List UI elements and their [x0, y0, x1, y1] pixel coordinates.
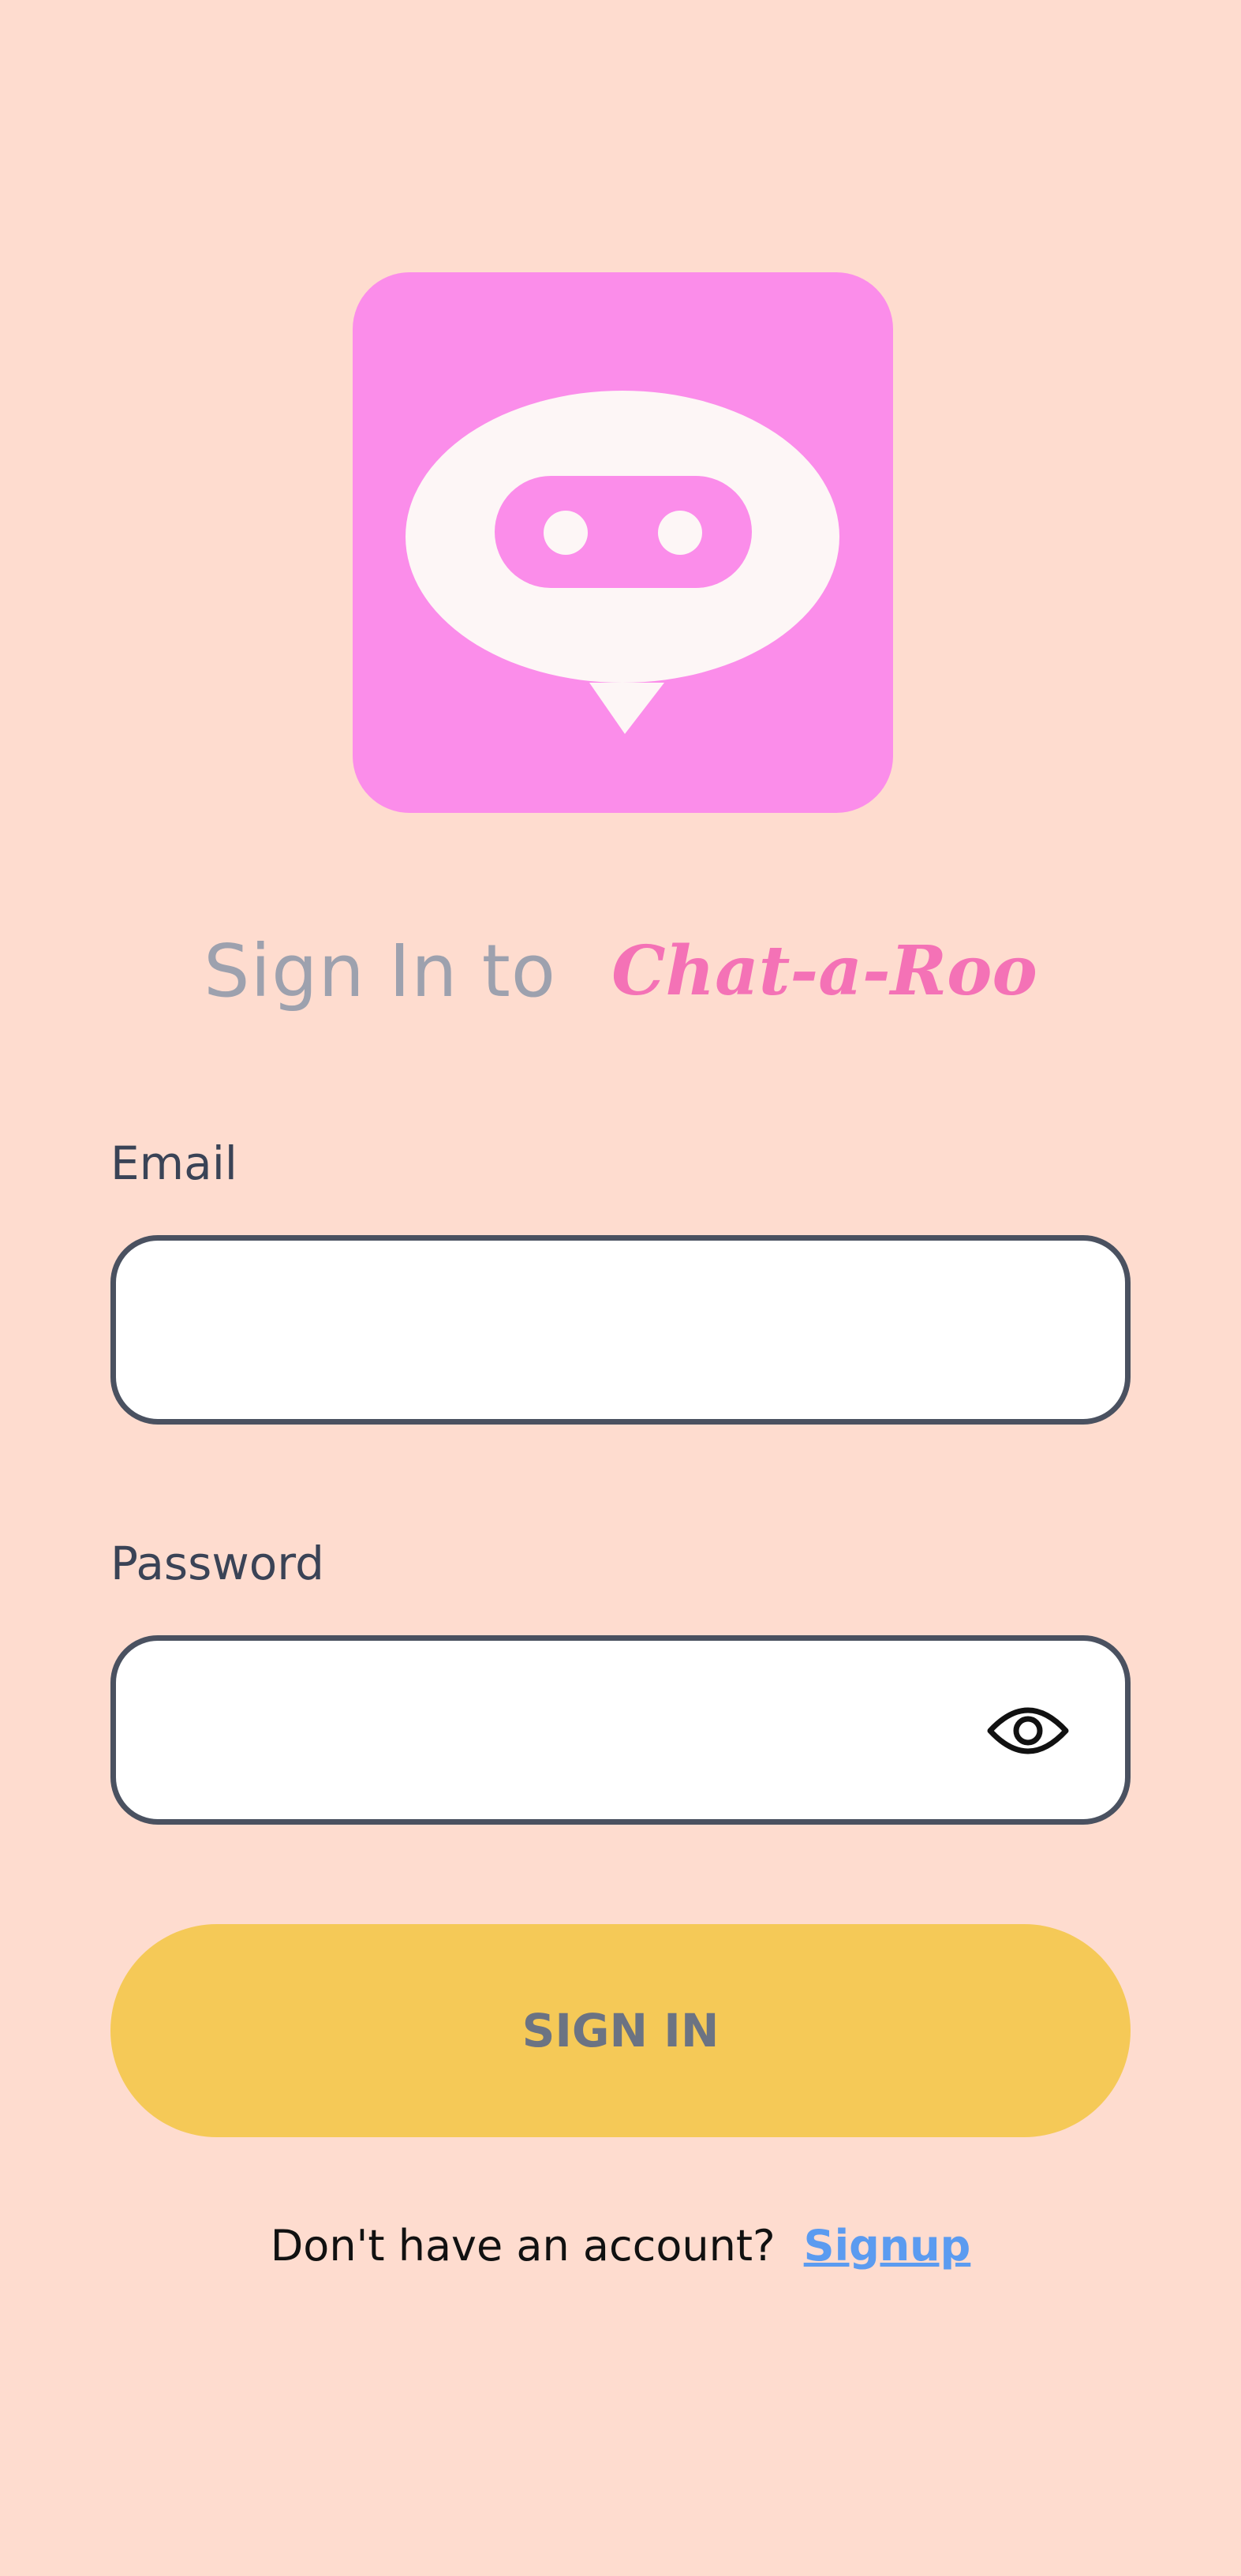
email-label: Email [110, 1136, 237, 1190]
app-logo [353, 272, 893, 813]
email-field-container [110, 1235, 1131, 1425]
signup-link[interactable]: Signup [804, 2221, 971, 2271]
email-input[interactable] [116, 1241, 1125, 1419]
password-label: Password [110, 1537, 324, 1590]
signup-prompt-text: Don't have an account? [270, 2220, 776, 2271]
password-input[interactable] [116, 1641, 1125, 1819]
password-field-container [110, 1635, 1131, 1825]
signup-prompt-row: Don't have an account? Signup [0, 2206, 1241, 2285]
eye-icon [987, 1707, 1069, 1754]
page-title: Sign In to Chat-a-Roo [0, 919, 1241, 1022]
chat-bubble-robot-face-icon [353, 272, 893, 813]
brand-name: Chat-a-Roo [611, 930, 1037, 1011]
title-prefix: Sign In to [204, 928, 557, 1013]
show-password-toggle[interactable] [986, 1699, 1070, 1762]
sign-in-button[interactable]: SIGN IN [110, 1924, 1131, 2137]
